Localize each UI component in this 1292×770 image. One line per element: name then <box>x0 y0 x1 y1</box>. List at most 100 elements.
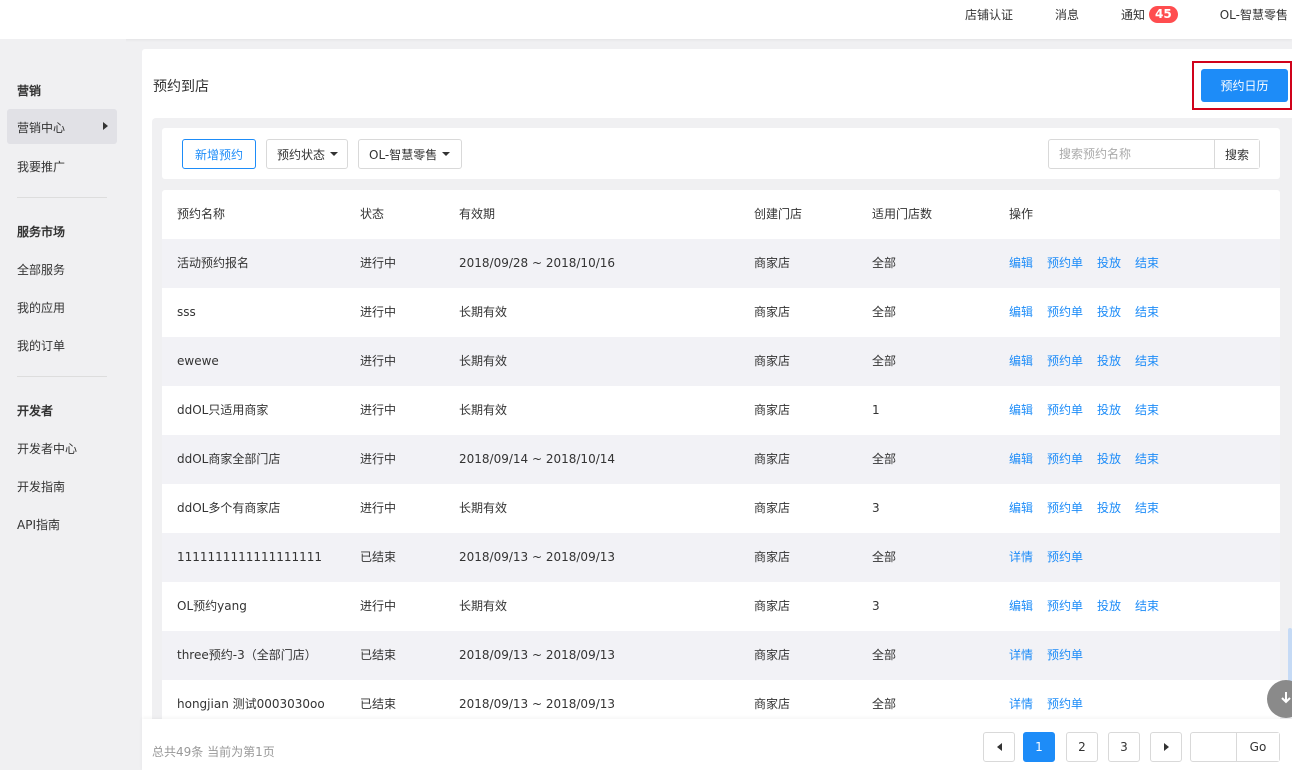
appointment-calendar-button[interactable]: 预约日历 <box>1201 69 1288 102</box>
sidebar-item-dev-center[interactable]: 开发者中心 <box>17 440 77 457</box>
nav-account[interactable]: OL-智慧零售 <box>1220 6 1288 23</box>
search-box: 搜索 <box>1048 139 1260 169</box>
sidebar-item-marketing-center[interactable]: 营销中心 <box>7 109 117 144</box>
row-action-link[interactable]: 编辑 <box>1009 452 1033 466</box>
cell-name: ddOL多个有商家店 <box>177 501 281 515</box>
row-action-link[interactable]: 预约单 <box>1047 256 1083 270</box>
sidebar-item-my-orders[interactable]: 我的订单 <box>17 337 65 354</box>
sidebar-item-dev-guide[interactable]: 开发指南 <box>17 478 65 495</box>
row-action-link[interactable]: 编辑 <box>1009 305 1033 319</box>
row-action-link[interactable]: 投放 <box>1097 599 1121 613</box>
row-action-link[interactable]: 投放 <box>1097 403 1121 417</box>
page-3-button[interactable]: 3 <box>1108 732 1140 762</box>
cell-store-count: 1 <box>872 403 880 417</box>
go-button[interactable]: Go <box>1237 733 1279 761</box>
header-status[interactable]: 状态 <box>360 190 384 239</box>
cell-store-count: 全部 <box>872 452 897 466</box>
search-button[interactable]: 搜索 <box>1214 140 1259 168</box>
cell-store-count: 全部 <box>872 305 897 319</box>
side-scroll-indicator[interactable] <box>1288 628 1292 688</box>
table-row: three预约-3（全部门店） 已结束 2018/09/13 ~ 2018/09/1… <box>162 631 1280 680</box>
row-action-link[interactable]: 结束 <box>1135 501 1159 515</box>
cell-status: 进行中 <box>360 452 397 466</box>
row-action-link[interactable]: 编辑 <box>1009 354 1033 368</box>
cell-status: 进行中 <box>360 599 397 613</box>
cell-operations: 编辑 预约单 投放 结束 <box>1009 386 1173 435</box>
row-action-link[interactable]: 投放 <box>1097 452 1121 466</box>
notification-count-badge: 45 <box>1149 5 1178 23</box>
row-action-link[interactable]: 编辑 <box>1009 599 1033 613</box>
search-input[interactable] <box>1049 140 1214 168</box>
table-row: ddOL多个有商家店 进行中 长期有效 商家店 3 编辑 预约单 投放 结束 <box>162 484 1280 533</box>
row-action-link[interactable]: 编辑 <box>1009 403 1033 417</box>
main-panel: 预约到店 预约日历 新增预约 预约状态 OL-智慧零售 搜索 预约名称 状态 有 <box>142 49 1292 770</box>
row-action-link[interactable]: 预约单 <box>1047 697 1083 711</box>
cell-store: 商家店 <box>754 648 791 662</box>
cell-store-count: 全部 <box>872 354 897 368</box>
row-action-link[interactable]: 投放 <box>1097 354 1121 368</box>
nav-notifications[interactable]: 通知 45 <box>1121 5 1178 23</box>
page-jump-input[interactable] <box>1191 733 1237 761</box>
cell-period: 长期有效 <box>459 354 508 368</box>
next-page-button[interactable] <box>1150 732 1182 762</box>
top-bar: 店铺认证 消息 通知 45 OL-智慧零售 <box>0 0 1292 39</box>
row-action-link[interactable]: 详情 <box>1009 550 1033 564</box>
row-action-link[interactable]: 预约单 <box>1047 550 1083 564</box>
caret-left-icon <box>996 743 1002 751</box>
cell-store: 商家店 <box>754 501 791 515</box>
nav-notifications-label: 通知 <box>1121 7 1146 22</box>
header-store[interactable]: 创建门店 <box>754 190 802 239</box>
cell-name: 活动预约报名 <box>177 256 250 270</box>
table-row: ddOL只适用商家 进行中 长期有效 商家店 1 编辑 预约单 投放 结束 <box>162 386 1280 435</box>
row-action-link[interactable]: 预约单 <box>1047 305 1083 319</box>
row-action-link[interactable]: 结束 <box>1135 403 1159 417</box>
row-action-link[interactable]: 预约单 <box>1047 452 1083 466</box>
cell-store: 商家店 <box>754 256 791 270</box>
cell-store: 商家店 <box>754 403 791 417</box>
cell-period: 长期有效 <box>459 599 508 613</box>
appointment-table: 预约名称 状态 有效期 创建门店 适用门店数 操作 活动预约报名 进行中 2018/… <box>162 190 1280 770</box>
prev-page-button[interactable] <box>983 732 1015 762</box>
header-period[interactable]: 有效期 <box>459 190 495 239</box>
cell-name: 1111111111111111111 <box>177 550 323 564</box>
sidebar-item-promote[interactable]: 我要推广 <box>17 158 65 175</box>
status-dropdown[interactable]: 预约状态 <box>266 139 348 169</box>
store-dropdown[interactable]: OL-智慧零售 <box>358 139 462 169</box>
page-1-button[interactable]: 1 <box>1023 732 1055 762</box>
header-name[interactable]: 预约名称 <box>177 190 225 239</box>
row-action-link[interactable]: 编辑 <box>1009 501 1033 515</box>
row-action-link[interactable]: 结束 <box>1135 599 1159 613</box>
row-action-link[interactable]: 投放 <box>1097 305 1121 319</box>
cell-name: OL预约yang <box>177 599 247 613</box>
table-row: ewewe 进行中 长期有效 商家店 全部 编辑 预约单 投放 结束 <box>162 337 1280 386</box>
row-action-link[interactable]: 预约单 <box>1047 403 1083 417</box>
pagination-summary: 总共49条 当前为第1页 <box>152 745 275 759</box>
cell-store-count: 全部 <box>872 256 897 270</box>
cell-operations: 编辑 预约单 投放 结束 <box>1009 582 1173 631</box>
row-action-link[interactable]: 结束 <box>1135 305 1159 319</box>
row-action-link[interactable]: 预约单 <box>1047 501 1083 515</box>
row-action-link[interactable]: 预约单 <box>1047 599 1083 613</box>
sidebar-item-api-guide[interactable]: API指南 <box>17 516 60 533</box>
row-action-link[interactable]: 详情 <box>1009 648 1033 662</box>
nav-messages[interactable]: 消息 <box>1055 6 1079 23</box>
row-action-link[interactable]: 结束 <box>1135 256 1159 270</box>
header-store-count[interactable]: 适用门店数 <box>872 190 932 239</box>
sidebar-group-service: 服务市场 <box>17 225 66 239</box>
add-appointment-button[interactable]: 新增预约 <box>182 139 256 169</box>
row-action-link[interactable]: 结束 <box>1135 452 1159 466</box>
row-action-link[interactable]: 编辑 <box>1009 256 1033 270</box>
caret-right-icon <box>1163 743 1169 751</box>
cell-status: 进行中 <box>360 256 397 270</box>
row-action-link[interactable]: 投放 <box>1097 256 1121 270</box>
row-action-link[interactable]: 预约单 <box>1047 354 1083 368</box>
row-action-link[interactable]: 详情 <box>1009 697 1033 711</box>
sidebar-item-my-apps[interactable]: 我的应用 <box>17 299 65 316</box>
page-2-button[interactable]: 2 <box>1066 732 1098 762</box>
row-action-link[interactable]: 预约单 <box>1047 648 1083 662</box>
nav-store-cert[interactable]: 店铺认证 <box>965 6 1013 23</box>
cell-operations: 编辑 预约单 投放 结束 <box>1009 337 1173 386</box>
row-action-link[interactable]: 结束 <box>1135 354 1159 368</box>
sidebar-item-all-services[interactable]: 全部服务 <box>17 261 65 278</box>
row-action-link[interactable]: 投放 <box>1097 501 1121 515</box>
